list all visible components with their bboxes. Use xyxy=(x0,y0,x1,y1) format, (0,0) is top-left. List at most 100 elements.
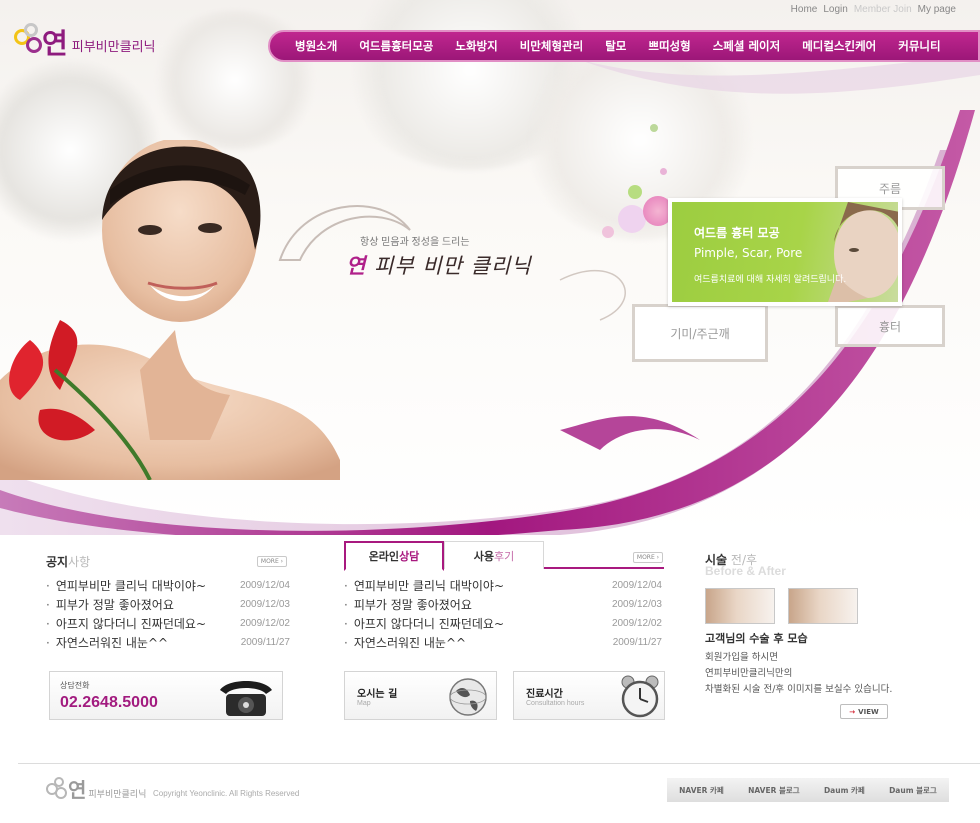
feature-subtitle: Pimple, Scar, Pore xyxy=(694,246,803,260)
tab-online-label-a: 온라인 xyxy=(368,550,400,563)
list-item-date: 2009/11/27 xyxy=(612,637,662,648)
nav-item-acne[interactable]: 여드름흉터모공 xyxy=(348,38,444,54)
globe-icon xyxy=(449,678,487,716)
before-thumbnail[interactable] xyxy=(705,588,775,624)
phone-box[interactable]: 상담전화 02.2648.5000 xyxy=(49,671,283,720)
nav-item-antiaging[interactable]: 노화방지 xyxy=(444,38,508,54)
tile-scar-label: 흉터 xyxy=(878,319,902,334)
before-after-desc-line: 연피부비만클리닉만의 xyxy=(705,668,793,679)
notice-title-a: 공지 xyxy=(46,555,69,569)
map-label: 오시는 길 xyxy=(357,689,398,700)
tab-online-consult[interactable]: 온라인 상담 xyxy=(344,541,444,571)
list-item[interactable]: · 연피부비만 클리닉 대박이야~ 2009/12/04 xyxy=(344,576,662,595)
tile-wrinkle-label: 주름 xyxy=(878,181,902,196)
bubble-decoration xyxy=(628,185,642,199)
bubble-decoration xyxy=(618,205,646,233)
tile-melasma-label: 기미/주근깨 xyxy=(670,326,730,341)
telephone-icon xyxy=(220,681,272,716)
feature-title: 여드름 흉터 모공 xyxy=(694,226,780,240)
hours-en-label: Consultation hours xyxy=(526,700,585,707)
feature-description: 여드름치료에 대해 자세히 알려드립니다. xyxy=(694,275,847,285)
nav-item-obesity[interactable]: 비만체형관리 xyxy=(509,38,594,54)
copyright: Copyright Yeonclinic. All Rights Reserve… xyxy=(153,789,300,798)
before-after-heading: 고객님의 수술 후 모습 xyxy=(705,632,808,645)
nav-item-skincare[interactable]: 메디컬스킨케어 xyxy=(791,38,887,54)
list-item-title: 자연스러워진 내눈^^ xyxy=(55,636,169,650)
nav-item-laser[interactable]: 스페셜 레이저 xyxy=(702,38,791,54)
footer-link-daum-blog[interactable]: Daum 블로그 xyxy=(889,785,937,796)
map-en-label: Map xyxy=(357,700,371,707)
footer-social-links: NAVER 카페 NAVER 블로그 Daum 카페 Daum 블로그 xyxy=(667,778,949,802)
footer-link-naver-cafe[interactable]: NAVER 카페 xyxy=(679,785,724,796)
list-item-title: 연피부비만 클리닉 대박이야~ xyxy=(55,579,206,593)
before-after-desc-line: 회원가입을 하시면 xyxy=(705,652,778,663)
top-link-join[interactable]: Member Join xyxy=(854,4,912,15)
top-utility-links: Home Login Member Join My page xyxy=(791,4,956,15)
tile-melasma[interactable]: 기미/주근깨 xyxy=(632,304,768,362)
consult-tabs: 온라인 상담 사용 후기 xyxy=(344,541,664,571)
tab-reviews[interactable]: 사용 후기 xyxy=(444,541,544,569)
list-item-date: 2009/11/27 xyxy=(240,637,290,648)
hero-tagline: 항상 믿음과 정성을 드리는 xyxy=(360,237,470,248)
view-button[interactable]: → VIEW xyxy=(840,704,888,719)
notice-more-label: MORE xyxy=(260,558,279,565)
main-navigation: 병원소개 여드름흉터모공 노화방지 비만체형관리 탈모 쁘띠성형 스페셜 레이저… xyxy=(268,30,980,62)
list-item[interactable]: · 자연스러워진 내눈^^ 2009/11/27 xyxy=(46,633,290,652)
list-item[interactable]: · 연피부비만 클리닉 대박이야~ 2009/12/04 xyxy=(46,576,290,595)
model-portrait xyxy=(0,140,340,480)
list-item-date: 2009/12/04 xyxy=(239,580,290,591)
list-item-date: 2009/12/03 xyxy=(239,599,290,610)
consult-more-button[interactable]: MORE › xyxy=(633,552,663,563)
arrow-icon: → xyxy=(849,707,856,716)
top-link-home[interactable]: Home xyxy=(791,4,818,15)
tab-reviews-label-b: 후기 xyxy=(494,549,515,563)
notice-list: · 연피부비만 클리닉 대박이야~ 2009/12/04 · 피부가 정말 좋아졌어요… xyxy=(46,576,290,652)
footer-link-naver-blog[interactable]: NAVER 블로그 xyxy=(748,785,800,796)
footer-logo: 연 피부비만클리닉 xyxy=(46,774,146,803)
list-item-title: 아프지 않다더니 진짜던데요~ xyxy=(55,617,206,631)
notice-title: 공지사항 xyxy=(46,553,90,570)
phone-number: 02.2648.5000 xyxy=(60,694,158,711)
hours-box[interactable]: 진료시간 Consultation hours xyxy=(513,671,665,720)
list-item-date: 2009/12/04 xyxy=(611,580,662,591)
before-after-desc-line: 차별화된 시술 전/후 이미지를 보실수 있습니다. xyxy=(705,684,893,695)
footer-logo-subtitle: 피부비만클리닉 xyxy=(88,790,147,800)
top-link-login[interactable]: Login xyxy=(823,4,847,15)
hero-brand-rest: 피부 비만 클리닉 xyxy=(366,254,532,278)
list-item-title: 아프지 않다더니 진짜던데요~ xyxy=(353,617,504,631)
hero-brand-accent: 연 xyxy=(346,253,367,278)
nav-item-hairloss[interactable]: 탈모 xyxy=(594,38,637,54)
list-item[interactable]: · 피부가 정말 좋아졌어요 2009/12/03 xyxy=(344,595,662,614)
logo-circles-icon xyxy=(14,23,52,61)
before-after-subtitle: Before & After xyxy=(705,564,786,578)
feature-acne-card[interactable]: 여드름 흉터 모공 Pimple, Scar, Pore 여드름치료에 대해 자… xyxy=(668,198,902,306)
consult-list: · 연피부비만 클리닉 대박이야~ 2009/12/04 · 피부가 정말 좋아졌어요… xyxy=(344,576,662,652)
list-item-title: 자연스러워진 내눈^^ xyxy=(353,636,467,650)
feature-model-photo xyxy=(828,202,898,302)
list-item-title: 연피부비만 클리닉 대박이야~ xyxy=(353,579,504,593)
tile-scar[interactable]: 흉터 xyxy=(835,305,945,347)
footer-logo-circles-icon xyxy=(46,777,74,803)
list-item-title: 피부가 정말 좋아졌어요 xyxy=(55,598,174,612)
hero-brand: 연 피부 비만 클리닉 xyxy=(346,250,532,280)
hours-label: 진료시간 xyxy=(526,689,563,700)
list-item-date: 2009/12/03 xyxy=(611,599,662,610)
footer-link-daum-cafe[interactable]: Daum 카페 xyxy=(824,785,865,796)
nav-item-community[interactable]: 커뮤니티 xyxy=(887,38,951,54)
site-logo[interactable]: 연 피부비만클리닉 xyxy=(14,22,156,62)
consult-more-label: MORE xyxy=(636,554,655,561)
after-thumbnail[interactable] xyxy=(788,588,858,624)
list-item[interactable]: · 아프지 않다더니 진짜던데요~ 2009/12/02 xyxy=(344,614,662,633)
list-item-date: 2009/12/02 xyxy=(239,618,290,629)
nav-item-about[interactable]: 병원소개 xyxy=(284,38,348,54)
nav-item-petit[interactable]: 쁘띠성형 xyxy=(637,38,701,54)
map-box[interactable]: 오시는 길 Map xyxy=(344,671,497,720)
list-item[interactable]: · 피부가 정말 좋아졌어요 2009/12/03 xyxy=(46,595,290,614)
top-link-mypage[interactable]: My page xyxy=(918,4,956,15)
list-item-title: 피부가 정말 좋아졌어요 xyxy=(353,598,472,612)
hero-banner: 항상 믿음과 정성을 드리는 연 피부 비만 클리닉 주름 흉터 기미/주근깨 … xyxy=(0,0,980,535)
bubble-decoration xyxy=(650,124,658,132)
list-item[interactable]: · 아프지 않다더니 진짜던데요~ 2009/12/02 xyxy=(46,614,290,633)
notice-more-button[interactable]: MORE › xyxy=(257,556,287,567)
list-item[interactable]: · 자연스러워진 내눈^^ 2009/11/27 xyxy=(344,633,662,652)
